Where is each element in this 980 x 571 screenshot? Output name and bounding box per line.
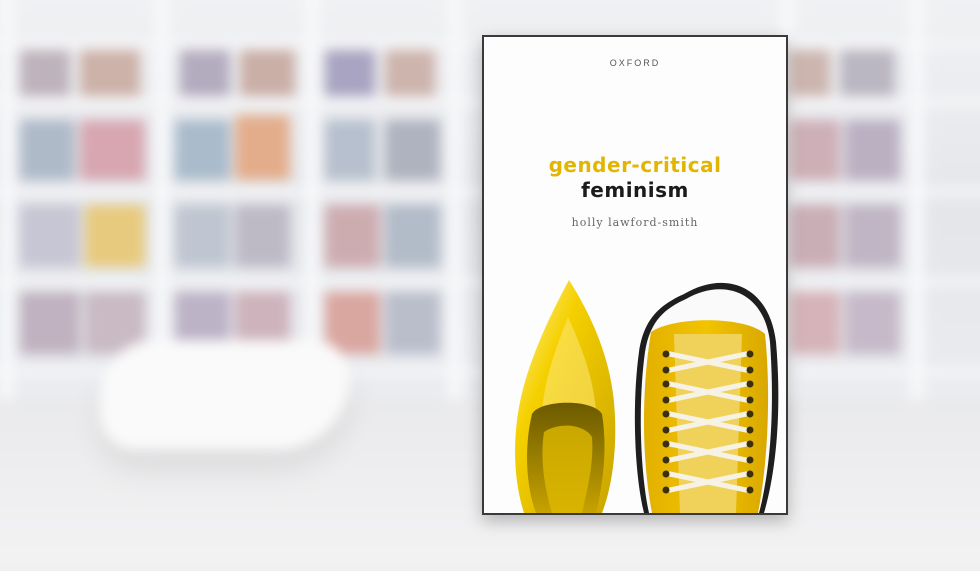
books	[175, 205, 230, 267]
books	[240, 50, 295, 96]
books	[80, 50, 140, 96]
books	[325, 205, 380, 267]
books	[20, 50, 70, 96]
books	[845, 205, 900, 267]
books	[180, 50, 230, 96]
title-line-2: feminism	[581, 178, 689, 202]
shoes-illustration	[515, 280, 779, 513]
shelf-post	[0, 0, 14, 450]
books	[385, 292, 440, 354]
author-name: holly lawford-smith	[571, 216, 699, 229]
books	[845, 120, 900, 180]
books	[790, 50, 830, 96]
books	[790, 205, 840, 267]
books	[845, 292, 900, 354]
books	[840, 50, 895, 96]
books	[325, 50, 375, 96]
books	[790, 292, 840, 354]
books	[20, 292, 80, 354]
books	[385, 120, 440, 180]
books	[790, 120, 840, 180]
sneaker-shoe-image	[634, 282, 779, 513]
books	[325, 120, 375, 180]
books	[20, 120, 75, 180]
books	[20, 205, 80, 267]
shelf-post	[448, 0, 462, 450]
title-line-1: gender-critical	[548, 153, 722, 177]
books	[385, 50, 435, 96]
book-cover: OXFORD gender-critical feminism holly la…	[482, 35, 788, 515]
publisher-name: OXFORD	[609, 58, 661, 68]
books	[80, 120, 145, 180]
books	[235, 115, 290, 180]
books	[385, 205, 440, 267]
chaise-lounge-image	[100, 340, 350, 450]
high-heel-shoe-image	[515, 280, 616, 513]
books	[325, 292, 380, 354]
books	[235, 205, 290, 267]
books	[85, 205, 145, 267]
shelf-post	[910, 0, 924, 450]
books	[175, 120, 230, 180]
